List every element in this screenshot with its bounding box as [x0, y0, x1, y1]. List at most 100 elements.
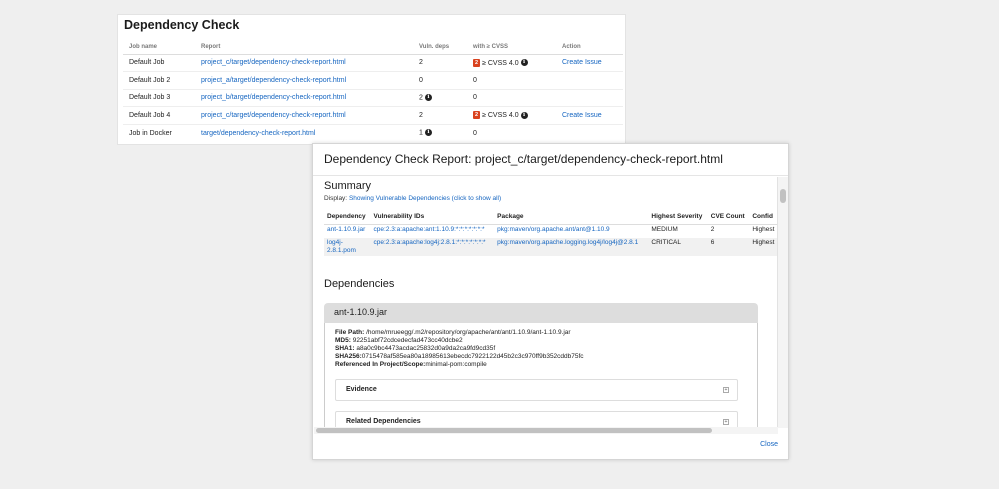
action-cell — [556, 89, 623, 107]
file-path-value: /home/mrueegg/.m2/repository/org/apache/… — [366, 329, 571, 336]
dependency-header[interactable]: ant-1.10.9.jar — [324, 303, 758, 323]
dependency-name: ant-1.10.9.jar — [334, 307, 388, 317]
summary-table: Dependency Vulnerability IDs Package Hig… — [324, 209, 779, 256]
scrollbar-thumb[interactable] — [780, 189, 786, 203]
vuln-count: 0 — [419, 76, 423, 84]
dependency-check-panel: Dependency Check Job name Report Vuln. d… — [117, 14, 626, 145]
evidence-label: Evidence — [346, 386, 377, 393]
info-icon[interactable]: i — [424, 94, 432, 102]
column-header: Package — [494, 209, 649, 225]
create-issue-button[interactable]: Create Issue — [562, 112, 602, 119]
table-row: Default Job 3 project_b/target/dependency… — [123, 89, 623, 107]
column-header: with ≥ CVSS — [467, 40, 556, 55]
expand-icon: + — [723, 387, 729, 393]
panel-title: Dependency Check — [124, 18, 240, 32]
info-icon[interactable]: i — [520, 59, 528, 67]
report-link[interactable]: project_b/target/dependency-check-report… — [201, 94, 346, 101]
sha1-label: SHA1: — [335, 345, 355, 352]
column-header: Highest Severity — [648, 209, 708, 225]
table-row: Default Job 4 project_c/target/dependency… — [123, 106, 623, 125]
column-header: Job name — [123, 40, 195, 55]
referenced-value: minimal-pom:compile — [425, 361, 487, 368]
display-label: Display: — [324, 195, 348, 202]
file-info: File Path: /home/mrueegg/.m2/repository/… — [335, 329, 584, 369]
vuln-count: 2 — [419, 94, 423, 102]
column-header: Dependency — [324, 209, 371, 225]
related-dependencies-label: Related Dependencies — [346, 418, 421, 425]
create-issue-button[interactable]: Create Issue — [562, 59, 602, 66]
report-modal: Dependency Check Report: project_c/targe… — [312, 143, 789, 460]
cvss-value: 0 — [473, 129, 477, 137]
cvss-value: ≥ CVSS 4.0 — [482, 112, 519, 120]
action-cell — [556, 124, 623, 142]
summary-header-row: Dependency Vulnerability IDs Package Hig… — [324, 209, 779, 225]
action-cell — [556, 71, 623, 90]
dependency-link[interactable]: ant-1.10.9.jar — [327, 226, 365, 233]
column-header: Vuln. deps — [413, 40, 467, 55]
dependency-check-table: Job name Report Vuln. deps with ≥ CVSS A… — [123, 40, 623, 142]
vertical-scrollbar[interactable] — [777, 177, 788, 428]
close-button[interactable]: Close — [760, 441, 778, 448]
column-header: Report — [195, 40, 413, 55]
info-icon[interactable]: i — [520, 111, 528, 119]
job-name: Default Job — [123, 54, 195, 72]
report-link[interactable]: target/dependency-check-report.html — [201, 130, 315, 137]
cvss-cell: 0 — [467, 71, 556, 90]
vuln-deps-cell: 0 — [413, 71, 467, 90]
sha256-label: SHA256: — [335, 353, 362, 360]
column-header: CVE Count — [707, 209, 750, 225]
vuln-count: 2 — [419, 59, 423, 67]
summary-row: log4j-2.8.1.pom cpe:2.3:a:apache:log4j:2… — [324, 238, 779, 256]
package-link[interactable]: pkg:maven/org.apache.ant/ant@1.10.9 — [497, 226, 609, 233]
cvss-cell: 0 — [467, 124, 556, 142]
vulnerability-id-link[interactable]: cpe:2.3:a:apache:ant:1.10.9:*:*:*:*:*:*:… — [374, 226, 485, 233]
cve-count-cell: 2 — [710, 225, 715, 233]
table-header-row: Job name Report Vuln. deps with ≥ CVSS A… — [123, 40, 623, 55]
confidence-cell: Highest — [752, 225, 775, 233]
summary-row: ant-1.10.9.jar cpe:2.3:a:apache:ant:1.10… — [324, 224, 779, 238]
column-header: Vulnerability IDs — [370, 209, 495, 225]
expand-icon: + — [723, 419, 729, 425]
cvss-value: 0 — [473, 94, 477, 102]
report-link[interactable]: project_c/target/dependency-check-report… — [201, 59, 346, 66]
modal-title: Dependency Check Report: project_c/targe… — [324, 152, 723, 166]
vuln-badge: 2 — [473, 111, 481, 120]
table-row: Job in Docker target/dependency-check-rep… — [123, 124, 623, 142]
vuln-deps-cell: 2 — [413, 54, 467, 72]
dependencies-heading: Dependencies — [324, 278, 395, 290]
vuln-count: 2 — [419, 111, 423, 119]
vuln-count: 1 — [419, 129, 423, 137]
package-link[interactable]: pkg:maven/org.apache.logging.log4j/log4j… — [497, 239, 638, 246]
info-icon[interactable]: i — [424, 129, 432, 137]
column-header: Action — [556, 40, 623, 55]
column-header: Confid — [749, 209, 779, 225]
vuln-badge: 2 — [473, 58, 481, 67]
cvss-value: 0 — [473, 76, 477, 84]
md5-label: MD5: — [335, 337, 351, 344]
dependency-link[interactable]: log4j-2.8.1.pom — [327, 239, 356, 254]
related-dependencies-section[interactable]: Related Dependencies + — [335, 411, 738, 428]
severity-cell: MEDIUM — [651, 225, 678, 233]
job-name: Default Job 2 — [123, 71, 195, 90]
cvss-cell: 2 ≥ CVSS 4.0 i — [467, 54, 556, 72]
referenced-label: Referenced In Project/Scope: — [335, 361, 426, 368]
cve-count-cell: 6 — [707, 238, 750, 256]
report-link[interactable]: project_c/target/dependency-check-report… — [201, 112, 346, 119]
dependency-details: File Path: /home/mrueegg/.m2/repository/… — [324, 323, 758, 428]
modal-header: Dependency Check Report: project_c/targe… — [313, 144, 788, 176]
show-all-link[interactable]: Showing Vulnerable Dependencies (click t… — [349, 195, 501, 202]
job-name: Default Job 4 — [123, 106, 195, 125]
report-link[interactable]: project_a/target/dependency-check-report… — [201, 77, 346, 84]
evidence-section[interactable]: Evidence + — [335, 379, 738, 401]
cvss-value: ≥ CVSS 4.0 — [482, 59, 519, 67]
table-row: Default Job project_c/target/dependency-c… — [123, 54, 623, 72]
sha1-value: a8a0c9bc4473acdac25832d0a9da2ca9fd9cd35f — [356, 345, 496, 352]
severity-cell: CRITICAL — [648, 238, 708, 256]
horizontal-scrollbar[interactable] — [314, 427, 778, 434]
file-path-label: File Path: — [335, 329, 365, 336]
scrollbar-thumb[interactable] — [316, 428, 712, 433]
md5-value: 92251abf72cdcedecfad473cc40dcbe2 — [352, 337, 463, 344]
cvss-cell: 2 ≥ CVSS 4.0 i — [467, 106, 556, 125]
modal-body: Summary Display: Showing Vulnerable Depe… — [313, 177, 779, 428]
vulnerability-id-link[interactable]: cpe:2.3:a:apache:log4j:2.8.1:*:*:*:*:*:*… — [374, 239, 486, 246]
